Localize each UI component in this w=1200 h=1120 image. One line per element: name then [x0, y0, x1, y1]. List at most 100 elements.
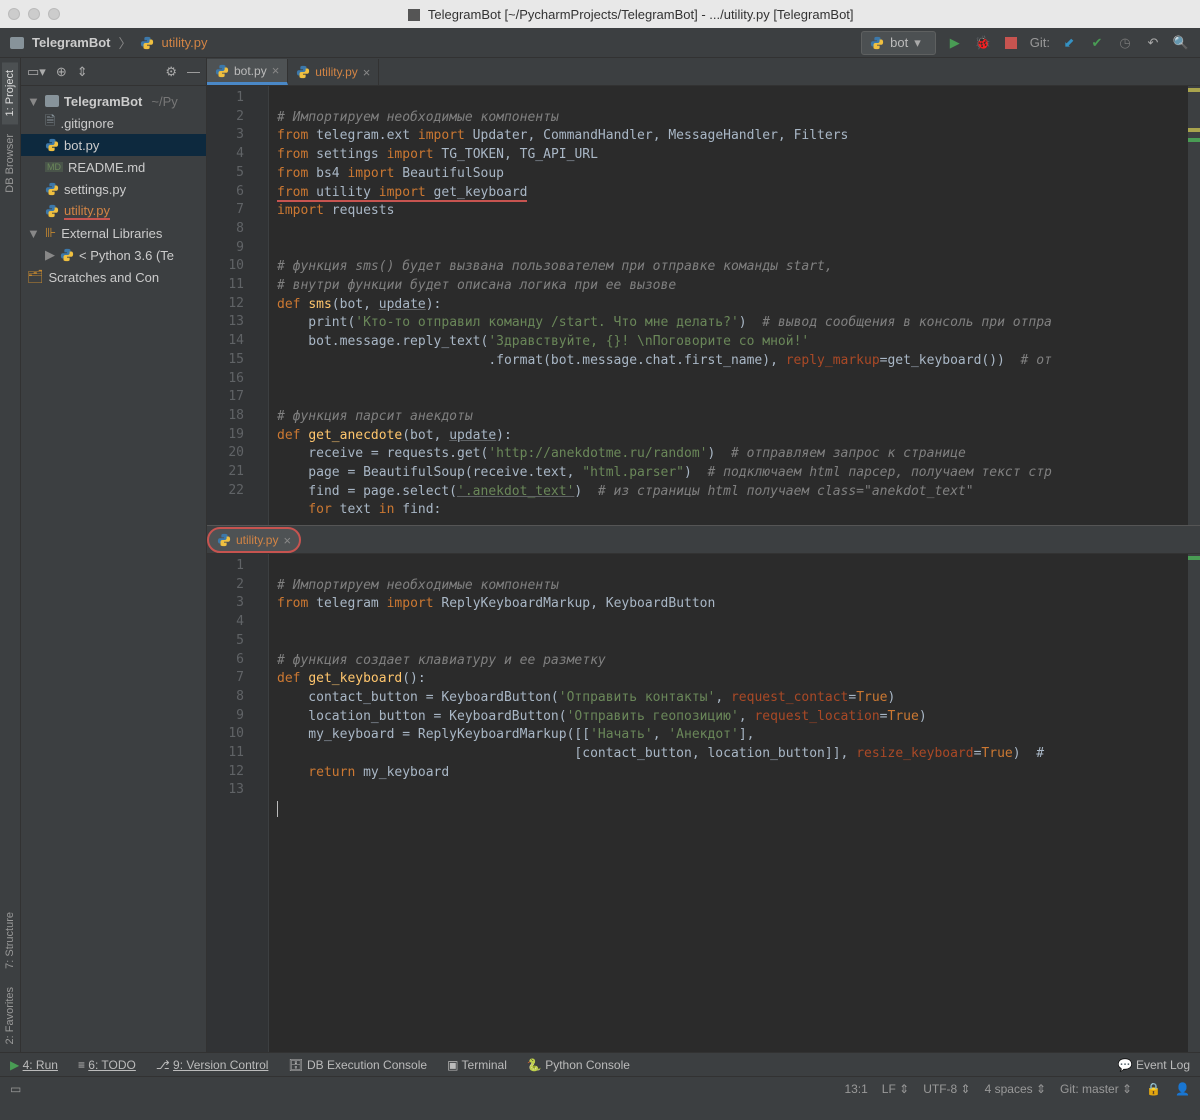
vertical-scrollbar[interactable] — [1188, 86, 1200, 525]
library-icon: ⊪ — [45, 225, 56, 241]
window-title: TelegramBot [~/PycharmProjects/TelegramB… — [70, 7, 1192, 22]
search-icon[interactable]: 🔍 — [1172, 34, 1190, 52]
tool-tab-structure[interactable]: 7: Structure — [2, 904, 18, 977]
vertical-scrollbar[interactable] — [1188, 554, 1200, 1052]
run-config-selector[interactable]: bot ▾ — [861, 31, 936, 55]
debug-button[interactable]: 🐞 — [974, 34, 992, 52]
tool-version-control[interactable]: ⎇ 9: Version Control — [156, 1058, 269, 1072]
line-number: 6 — [236, 184, 244, 199]
tree-item-settings-py[interactable]: settings.py — [21, 178, 206, 200]
tool-db-console[interactable]: 🗄 DB Execution Console — [288, 1058, 427, 1072]
line-ending[interactable]: LF ⇕ — [882, 1082, 909, 1096]
expand-icon[interactable]: ▼ — [27, 94, 40, 109]
tool-todo[interactable]: ≡ 6: TODO — [78, 1058, 136, 1072]
close-tab-icon[interactable]: × — [363, 65, 371, 80]
editor-pane-bottom[interactable]: 1 2 3 4 5 6 7 8 9 10 11 12 13 # Импортир… — [207, 554, 1200, 1052]
status-toggle-icon[interactable]: ▭ — [10, 1082, 21, 1096]
tree-item-utility-py[interactable]: utility.py — [21, 200, 206, 222]
python-file-icon — [45, 182, 59, 196]
gear-icon[interactable]: ⚙ — [165, 64, 177, 80]
python-file-icon — [217, 533, 231, 547]
expand-icon[interactable]: ▼ — [27, 226, 40, 241]
editor-pane-top[interactable]: 1 2 3 4 5 6 7 8 9 10 11 12 13 14 15 16 1 — [207, 86, 1200, 526]
indent[interactable]: 4 spaces ⇕ — [985, 1082, 1046, 1096]
scratches-icon: 🗂 — [27, 269, 44, 285]
folder-icon — [45, 95, 59, 107]
line-number: 5 — [236, 165, 244, 180]
tool-run[interactable]: ▶ 4: Run — [10, 1058, 58, 1072]
line-number: 2 — [236, 109, 244, 124]
folder-icon — [10, 37, 24, 49]
editor-area: bot.py × utility.py × 1 2 3 4 5 6 7 — [207, 58, 1200, 1052]
status-bar: ▭ 13:1 LF ⇕ UTF-8 ⇕ 4 spaces ⇕ Git: mast… — [0, 1076, 1200, 1100]
tree-external-libraries[interactable]: ▼ ⊪ External Libraries — [21, 222, 206, 244]
python-file-icon — [296, 65, 310, 79]
line-number: 9 — [236, 708, 244, 723]
cursor-position[interactable]: 13:1 — [844, 1082, 867, 1096]
line-number: 13 — [228, 782, 244, 797]
stop-button[interactable] — [1002, 34, 1020, 52]
inspector-icon[interactable]: 👤 — [1175, 1082, 1190, 1096]
revert-icon[interactable]: ↶ — [1144, 34, 1162, 52]
tool-tab-favorites[interactable]: 2: Favorites — [2, 979, 18, 1052]
minimize-window-icon[interactable] — [28, 8, 40, 20]
tree-item-gitignore[interactable]: 🗎 .gitignore — [21, 112, 206, 134]
tab-utility-py-bottom[interactable]: utility.py × — [207, 527, 301, 553]
tab-utility-py[interactable]: utility.py × — [288, 59, 379, 85]
code-content-top[interactable]: # Импортируем необходимые компоненты fro… — [277, 90, 1188, 520]
line-number: 20 — [228, 445, 244, 460]
tool-tab-db-browser[interactable]: DB Browser — [2, 126, 18, 201]
line-number: 14 — [228, 333, 244, 348]
line-number: 11 — [228, 745, 244, 760]
tab-bot-py[interactable]: bot.py × — [207, 59, 288, 85]
traffic-lights[interactable] — [8, 8, 60, 20]
tree-item-bot-py[interactable]: bot.py — [21, 134, 206, 156]
maximize-window-icon[interactable] — [48, 8, 60, 20]
bottom-tool-tabs: ▶ 4: Run ≡ 6: TODO ⎇ 9: Version Control … — [0, 1052, 1200, 1076]
expand-icon[interactable]: ▶ — [45, 247, 55, 263]
close-window-icon[interactable] — [8, 8, 20, 20]
tree-item-readme[interactable]: MD README.md — [21, 156, 206, 178]
line-number: 19 — [228, 427, 244, 442]
tree-root[interactable]: ▼ TelegramBot ~/Py — [21, 90, 206, 112]
close-tab-icon[interactable]: × — [272, 63, 280, 78]
scroll-to-source-icon[interactable]: ⊕ — [56, 64, 67, 80]
run-button[interactable]: ▶ — [946, 34, 964, 52]
project-tool-window: ▭▾ ⊕ ⇕ ⚙ — ▼ TelegramBot ~/Py 🗎 .gitigno… — [21, 58, 207, 1052]
tool-event-log[interactable]: 💬 Event Log — [1118, 1058, 1190, 1072]
git-update-icon[interactable]: ⬋ — [1060, 34, 1078, 52]
line-number: 6 — [236, 652, 244, 667]
tool-python-console[interactable]: 🐍 Python Console — [527, 1058, 630, 1072]
git-commit-icon[interactable]: ✔ — [1088, 34, 1106, 52]
line-number: 7 — [236, 670, 244, 685]
breadcrumb-file[interactable]: utility.py — [162, 35, 208, 50]
close-tab-icon[interactable]: × — [283, 533, 291, 548]
tree-python-env[interactable]: ▶ < Python 3.6 (Te — [21, 244, 206, 266]
python-file-icon — [45, 204, 59, 218]
file-label: settings.py — [64, 182, 126, 197]
python-env-label: < Python 3.6 (Te — [79, 248, 174, 263]
hide-panel-icon[interactable]: — — [187, 64, 200, 79]
left-tool-strip: 1: Project DB Browser 7: Structure 2: Fa… — [0, 58, 21, 1052]
lock-icon[interactable]: 🔒 — [1146, 1082, 1161, 1096]
ext-lib-label: External Libraries — [61, 226, 162, 241]
tab-label: utility.py — [236, 533, 278, 547]
tool-tab-project[interactable]: 1: Project — [2, 62, 18, 124]
tab-label: bot.py — [234, 64, 267, 78]
tree-scratches[interactable]: 🗂 Scratches and Con — [21, 266, 206, 288]
gutter: 1 2 3 4 5 6 7 8 9 10 11 12 13 — [207, 554, 269, 1052]
history-icon[interactable]: ◷ — [1116, 34, 1134, 52]
git-branch[interactable]: Git: master ⇕ — [1060, 1082, 1132, 1096]
code-content-bottom[interactable]: # Импортируем необходимые компоненты fro… — [277, 558, 1188, 824]
editor-tabs-top: bot.py × utility.py × — [207, 58, 1200, 86]
collapse-all-icon[interactable]: ⇕ — [77, 64, 88, 80]
markdown-icon: MD — [45, 162, 63, 172]
breadcrumb-project[interactable]: TelegramBot — [32, 35, 111, 50]
python-icon — [870, 36, 884, 50]
project-tree[interactable]: ▼ TelegramBot ~/Py 🗎 .gitignore bot.py M… — [21, 86, 206, 1052]
tool-terminal[interactable]: ▣ Terminal — [447, 1058, 507, 1072]
encoding[interactable]: UTF-8 ⇕ — [923, 1082, 970, 1096]
editor-tabs-bottom: utility.py × — [207, 526, 1200, 554]
line-number: 2 — [236, 577, 244, 592]
project-view-selector[interactable]: ▭▾ — [27, 64, 46, 80]
